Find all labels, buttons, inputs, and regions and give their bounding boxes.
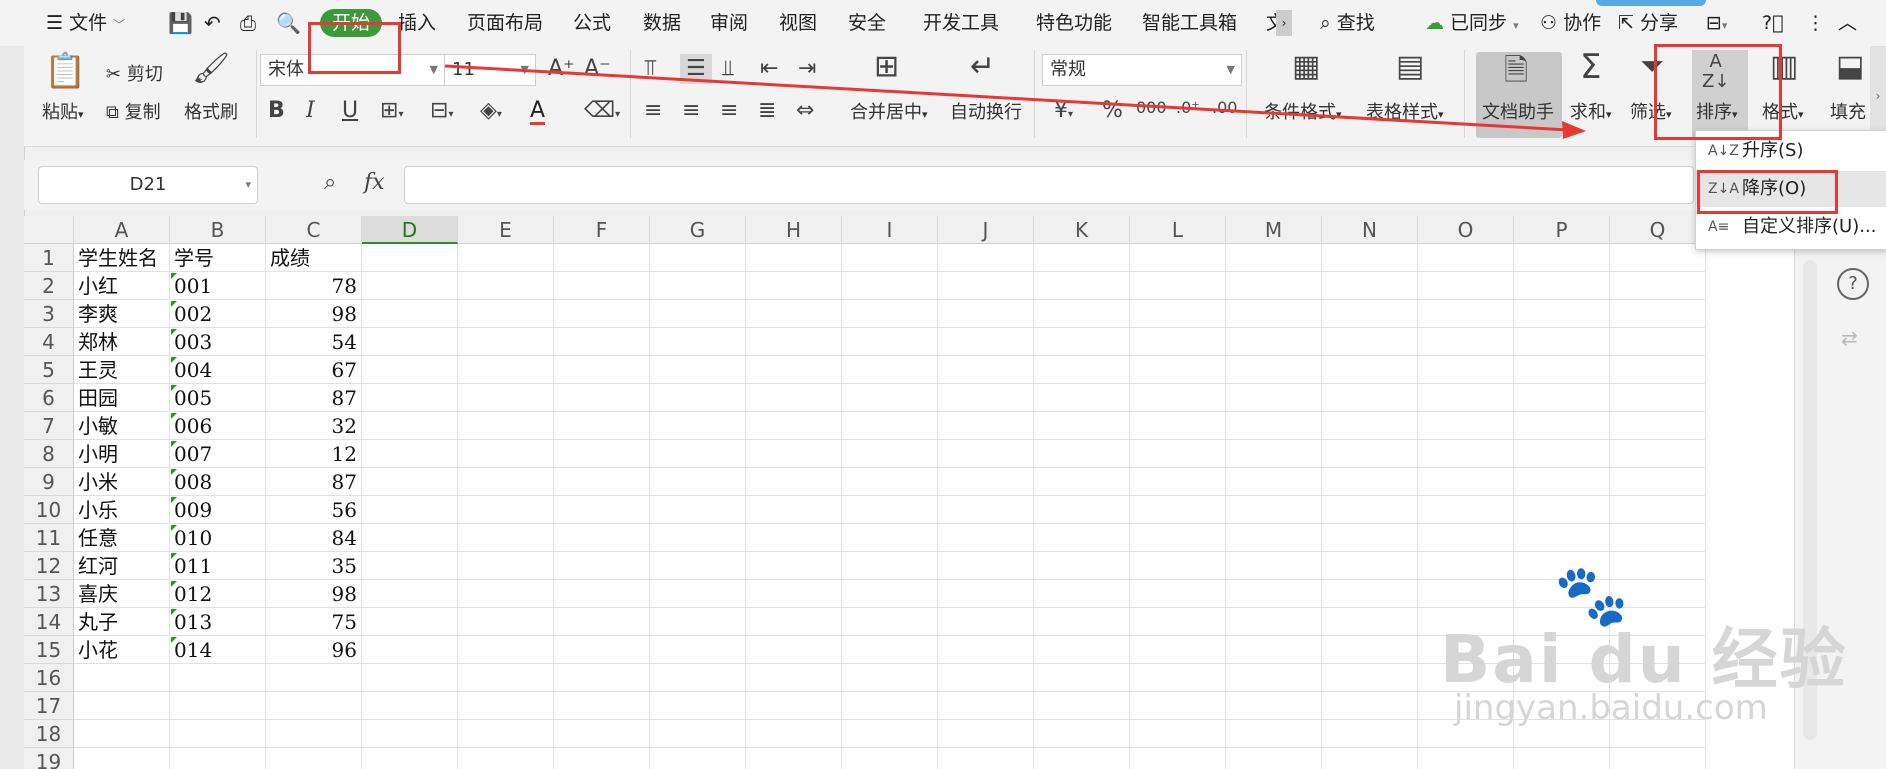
watermark-url: jingyan.baidu.com xyxy=(1454,688,1768,728)
baidu-watermark: 🐾 Bai du 经验 jingyan.baidu.com xyxy=(1440,560,1860,750)
